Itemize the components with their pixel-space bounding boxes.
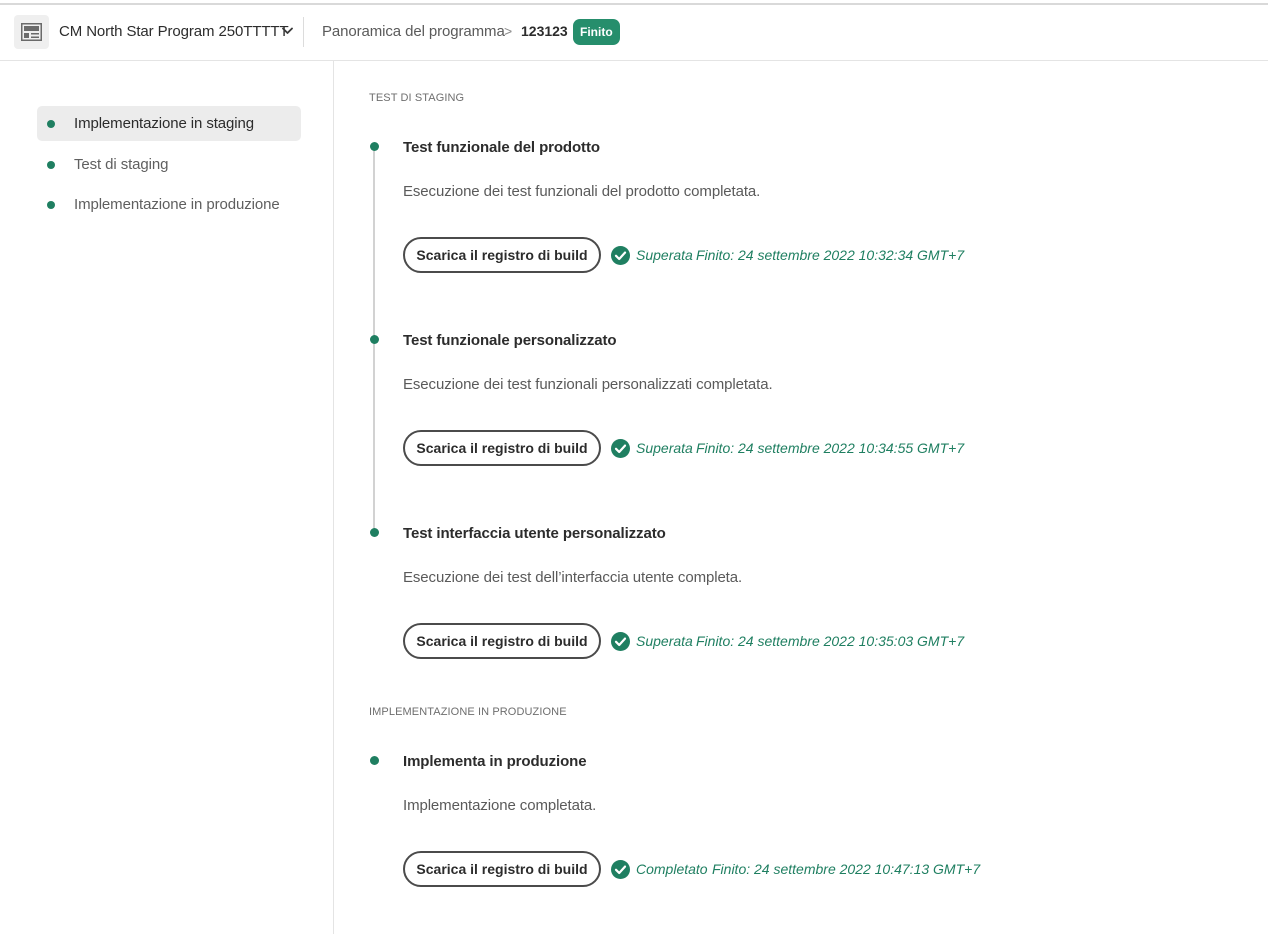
check-circle-icon xyxy=(611,246,630,265)
sidebar-item-staging-test[interactable]: Test di staging xyxy=(37,147,301,182)
result-timestamp: Finito: 24 settembre 2022 10:34:55 GMT+7 xyxy=(696,440,965,456)
sidebar-item-label: Test di staging xyxy=(74,156,169,173)
breadcrumb-separator: > xyxy=(504,23,513,39)
step-dot-icon xyxy=(370,142,379,151)
sidebar: Implementazione in staging Test di stagi… xyxy=(0,61,334,934)
section-heading-staging-test: TEST DI STAGING xyxy=(369,92,465,104)
header-divider xyxy=(303,17,304,47)
section-heading-production-deploy: IMPLEMENTAZIONE IN PRODUZIONE xyxy=(369,706,567,718)
program-selector[interactable]: CM North Star Program 250TTTTT xyxy=(59,23,289,40)
step-title: Test interfaccia utente personalizzato xyxy=(403,525,666,542)
status-dot-icon xyxy=(47,120,55,128)
sidebar-item-production-deploy[interactable]: Implementazione in produzione xyxy=(37,187,301,222)
breadcrumb-program-overview[interactable]: Panoramica del programma xyxy=(322,23,505,40)
program-icon-glyph xyxy=(21,23,42,41)
step-description: Implementazione completata. xyxy=(403,797,597,814)
header-bar: CM North Star Program 250TTTTT Panoramic… xyxy=(0,5,1268,61)
sidebar-item-label: Implementazione in produzione xyxy=(74,196,280,213)
download-build-log-button[interactable]: Scarica il registro di build xyxy=(403,851,601,887)
step-description: Esecuzione dei test funzionali del prodo… xyxy=(403,183,761,200)
breadcrumb-current: 123123 xyxy=(521,23,568,39)
download-build-log-button[interactable]: Scarica il registro di build xyxy=(403,623,601,659)
result-status: Superata xyxy=(636,440,693,456)
program-icon[interactable] xyxy=(14,15,49,49)
sidebar-item-label: Implementazione in staging xyxy=(74,115,255,132)
download-build-log-button[interactable]: Scarica il registro di build xyxy=(403,237,601,273)
step-dot-icon xyxy=(370,756,379,765)
result-status: Completato xyxy=(636,861,708,877)
chevron-down-icon[interactable] xyxy=(282,27,293,35)
check-circle-icon xyxy=(611,439,630,458)
result-status: Superata xyxy=(636,633,693,649)
step-description: Esecuzione dei test funzionali personali… xyxy=(403,376,773,393)
status-badge: Finito xyxy=(573,19,620,45)
step-title: Test funzionale personalizzato xyxy=(403,332,617,349)
step-dot-icon xyxy=(370,528,379,537)
result-timestamp: Finito: 24 settembre 2022 10:32:34 GMT+7 xyxy=(696,247,965,263)
check-circle-icon xyxy=(611,632,630,651)
status-dot-icon xyxy=(47,201,55,209)
step-title: Test funzionale del prodotto xyxy=(403,139,600,156)
result-status: Superata xyxy=(636,247,693,263)
sidebar-item-staging-deploy[interactable]: Implementazione in staging xyxy=(37,106,301,141)
check-circle-icon xyxy=(611,860,630,879)
step-title: Implementa in produzione xyxy=(403,753,587,770)
status-dot-icon xyxy=(47,161,55,169)
step-description: Esecuzione dei test dell’interfaccia ute… xyxy=(403,569,743,586)
step-dot-icon xyxy=(370,335,379,344)
download-build-log-button[interactable]: Scarica il registro di build xyxy=(403,430,601,466)
result-timestamp: Finito: 24 settembre 2022 10:35:03 GMT+7 xyxy=(696,633,965,649)
result-timestamp: Finito: 24 settembre 2022 10:47:13 GMT+7 xyxy=(712,861,981,877)
